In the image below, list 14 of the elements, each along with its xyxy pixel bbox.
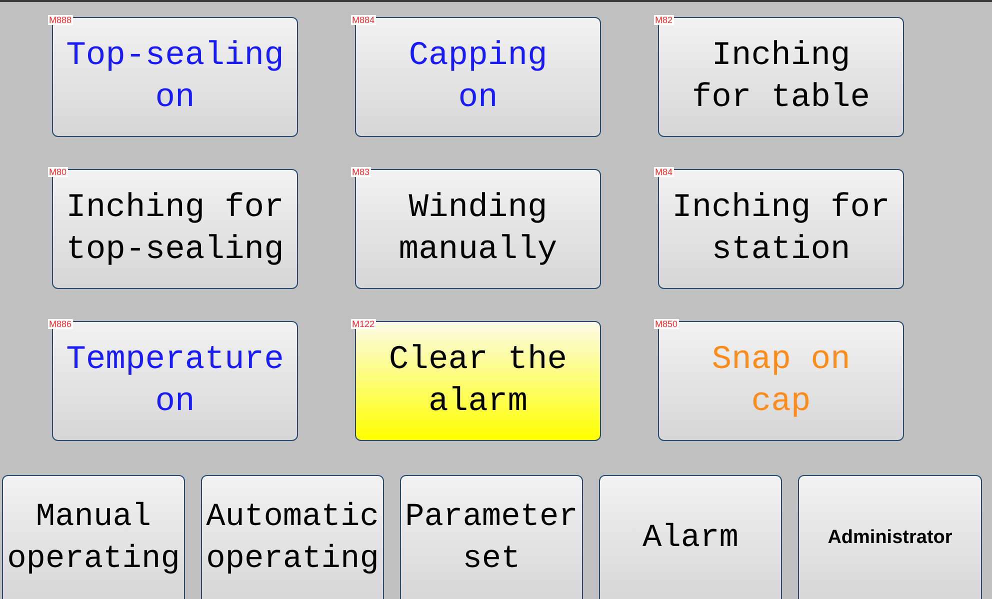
nav-button[interactable]: Administrator	[798, 475, 982, 599]
address-tag: M888	[48, 15, 73, 25]
address-tag: M122	[351, 319, 376, 329]
nav-button[interactable]: Automatic operating	[201, 475, 384, 599]
address-tag: M84	[654, 167, 674, 177]
address-tag: M884	[351, 15, 376, 25]
address-tag: M83	[351, 167, 371, 177]
address-tag: M82	[654, 15, 674, 25]
nav-button[interactable]: Manual operating	[2, 475, 185, 599]
nav-button[interactable]: Alarm	[599, 475, 782, 599]
address-tag: M850	[654, 319, 679, 329]
address-tag: M886	[48, 319, 73, 329]
nav-button[interactable]: Parameter set	[400, 475, 583, 599]
address-tag: M80	[48, 167, 68, 177]
